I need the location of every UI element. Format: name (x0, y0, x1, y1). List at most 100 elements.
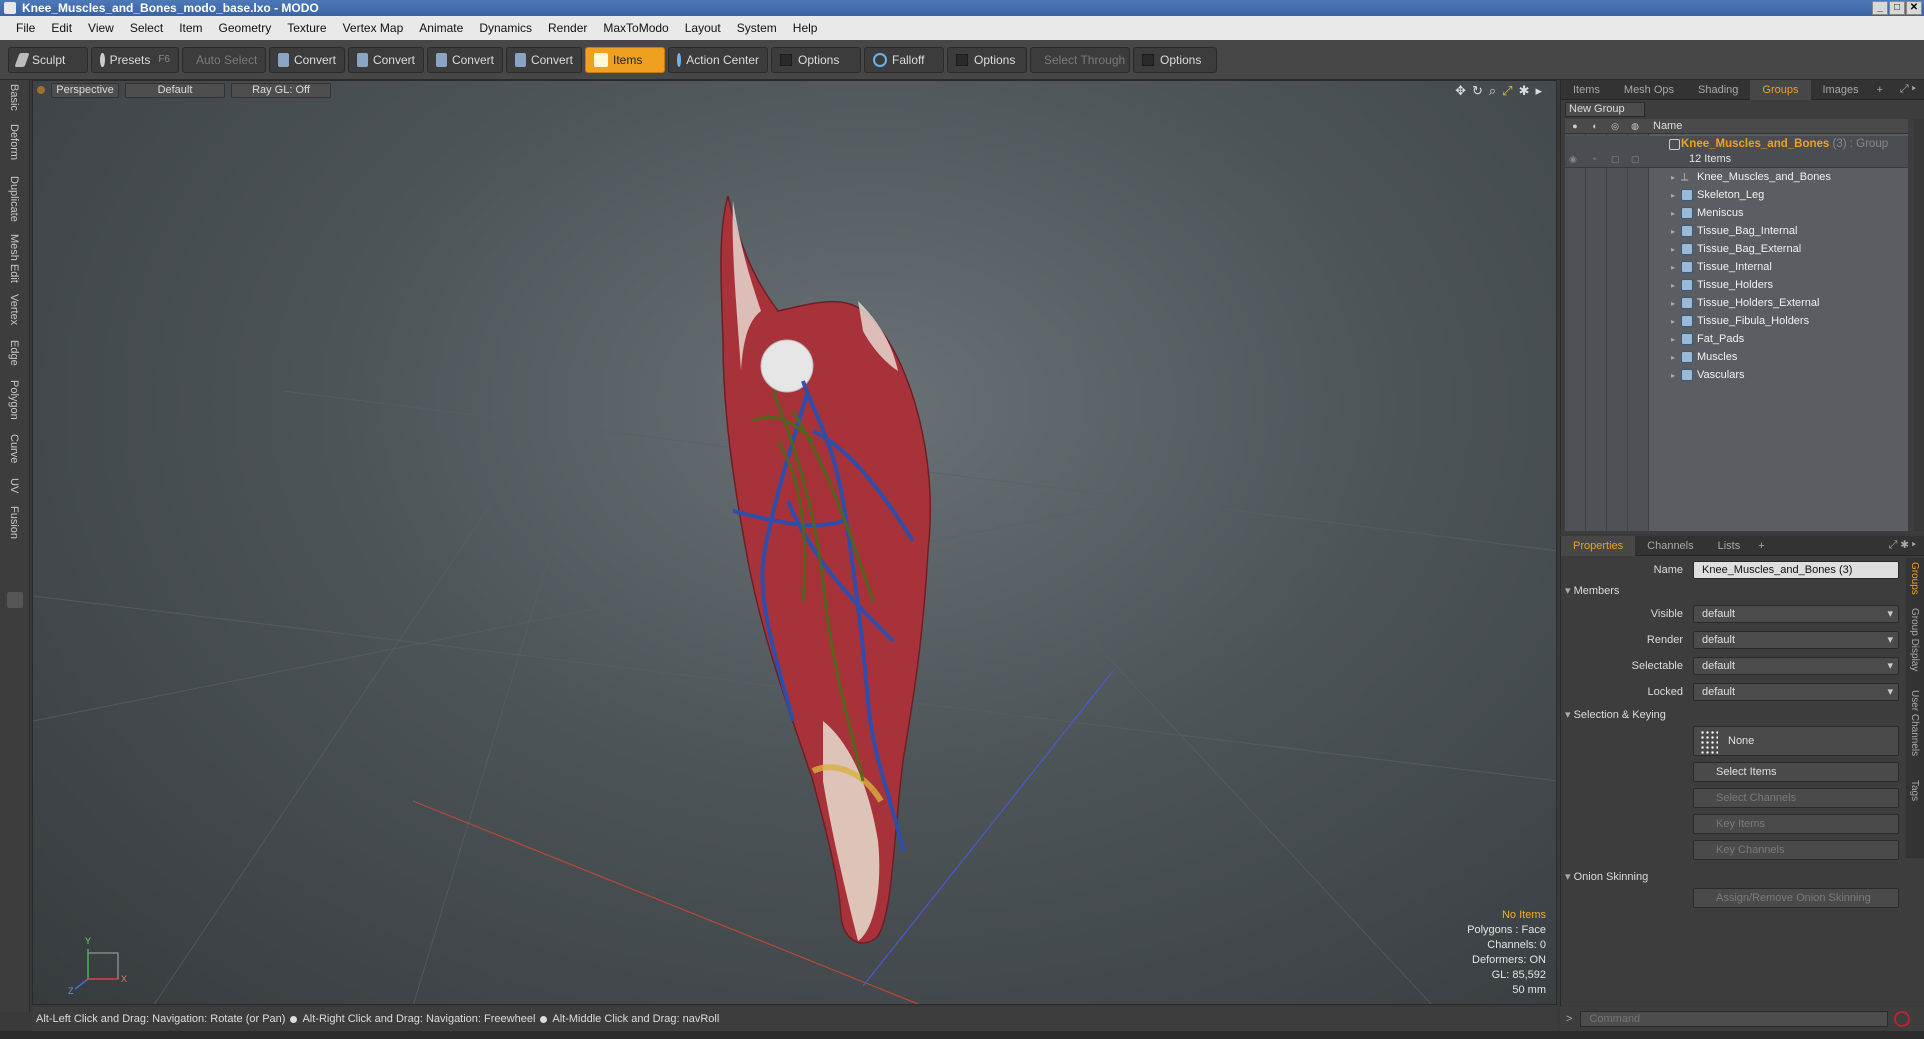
menu-dynamics[interactable]: Dynamics (471, 21, 540, 35)
convert-button-4[interactable]: Convert (506, 46, 582, 73)
render-column-icon[interactable]: ◐ (1585, 121, 1605, 131)
zoom-icon[interactable]: ⌕ (1489, 83, 1496, 99)
record-macro-icon[interactable] (1894, 1011, 1911, 1027)
menu-render[interactable]: Render (540, 21, 595, 35)
tab-deform[interactable]: Deform (8, 124, 20, 160)
eye-column-icon[interactable]: ● (1565, 121, 1585, 131)
tab-mesh-edit[interactable]: Mesh Edit (8, 234, 20, 283)
rotate-icon[interactable]: ↻ (1472, 83, 1483, 99)
groups-scrollbar[interactable] (1914, 119, 1924, 531)
render-dropdown[interactable]: default (1693, 631, 1899, 649)
tab-groups[interactable]: Groups (1750, 79, 1811, 100)
tab-curve[interactable]: Curve (8, 434, 20, 463)
tab-uv[interactable]: UV (8, 478, 20, 493)
tab-shading[interactable]: Shading (1686, 80, 1750, 100)
tab-lists[interactable]: Lists (1706, 536, 1753, 556)
lock-toggle-icon[interactable]: ▢ (1631, 154, 1643, 164)
fit-icon[interactable]: ⤢ (1502, 83, 1512, 99)
falloff-button[interactable]: Falloff (864, 46, 944, 73)
view-mode-button[interactable]: Perspective (51, 82, 119, 98)
convert-button-2[interactable]: Convert (348, 46, 424, 73)
key-channels-button[interactable]: Key Channels (1693, 840, 1899, 860)
add-tab-icon[interactable]: + (1871, 84, 1889, 96)
render-toggle-icon[interactable]: ◔ (1591, 154, 1603, 164)
pan-icon[interactable]: ✥ (1455, 83, 1466, 99)
tree-item-mesh[interactable]: ▸ Vasculars (1565, 366, 1908, 384)
assign-onion-skinning-button[interactable]: Assign/Remove Onion Skinning (1693, 888, 1899, 908)
side-tab-group-display[interactable]: Group Display (1909, 608, 1920, 671)
viewport-expand-icon[interactable]: ▸ (1535, 83, 1542, 99)
tab-polygon[interactable]: Polygon (8, 380, 20, 420)
menu-select[interactable]: Select (122, 21, 171, 35)
menu-file[interactable]: File (8, 21, 43, 35)
select-through-button[interactable]: Select Through (1030, 46, 1130, 73)
visible-dropdown[interactable]: default (1693, 605, 1899, 623)
side-tab-user-channels[interactable]: User Channels (1909, 690, 1920, 756)
command-input[interactable] (1580, 1011, 1889, 1027)
add-tab-icon[interactable]: + (1752, 540, 1770, 552)
tree-item-mesh[interactable]: ▸ Tissue_Fibula_Holders (1565, 312, 1908, 330)
raygl-button[interactable]: Ray GL: Off (231, 82, 331, 98)
key-items-button[interactable]: Key Items (1693, 814, 1899, 834)
locked-dropdown[interactable]: default (1693, 683, 1899, 701)
menu-layout[interactable]: Layout (677, 21, 729, 35)
viewport-menu-icon[interactable] (37, 86, 45, 94)
menu-maxtomodo[interactable]: MaxToModo (595, 21, 676, 35)
menu-edit[interactable]: Edit (43, 21, 80, 35)
menu-help[interactable]: Help (785, 21, 826, 35)
shading-mode-button[interactable]: Default (125, 82, 225, 98)
tab-fusion[interactable]: Fusion (8, 506, 20, 539)
members-section[interactable]: Members (1565, 584, 1620, 597)
3d-viewport[interactable]: Y Z X Perspective Default Ray GL: Off ✥ … (32, 80, 1557, 1005)
viewport-settings-icon[interactable]: ✱ (1519, 83, 1530, 99)
tree-item-locator[interactable]: ▸ ⟂ Knee_Muscles_and_Bones (1565, 168, 1908, 186)
tree-item-mesh[interactable]: ▸ Tissue_Bag_External (1565, 240, 1908, 258)
group-row-knee[interactable]: ◉ ◔ ▢ ▢ Knee_Muscles_and_Bones (3) : Gro… (1565, 136, 1908, 168)
options-button-3[interactable]: Options (1133, 46, 1217, 73)
menu-item[interactable]: Item (171, 21, 210, 35)
items-mode-button[interactable]: Items (585, 46, 665, 73)
panel-expand-icon[interactable]: ⤢ ▸ (1900, 83, 1924, 96)
lock-column-icon[interactable]: ◍ (1625, 121, 1645, 132)
select-toggle-icon[interactable]: ▢ (1611, 154, 1623, 164)
menu-system[interactable]: System (729, 21, 785, 35)
maximize-button[interactable]: □ (1889, 1, 1905, 15)
tree-item-mesh[interactable]: ▸ Tissue_Bag_Internal (1565, 222, 1908, 240)
panel-expand-icon[interactable]: ⤢ ✱ ▸ (1889, 539, 1924, 552)
auto-select-button[interactable]: Auto Select (182, 46, 266, 73)
tab-mesh-ops[interactable]: Mesh Ops (1612, 80, 1686, 100)
minimize-button[interactable]: _ (1872, 1, 1888, 15)
convert-button-3[interactable]: Convert (427, 46, 503, 73)
tree-item-mesh[interactable]: ▸ Skeleton_Leg (1565, 186, 1908, 204)
tree-item-mesh[interactable]: ▸ Fat_Pads (1565, 330, 1908, 348)
presets-button[interactable]: Presets F6 (91, 46, 179, 73)
tool-palette-toggle[interactable] (7, 592, 23, 608)
menu-view[interactable]: View (80, 21, 122, 35)
selection-set-none-button[interactable]: None (1693, 726, 1899, 756)
tree-item-mesh[interactable]: ▸ Muscles (1565, 348, 1908, 366)
close-button[interactable]: ✕ (1906, 1, 1922, 15)
menu-geometry[interactable]: Geometry (211, 21, 280, 35)
tab-items[interactable]: Items (1561, 80, 1612, 100)
tab-duplicate[interactable]: Duplicate (8, 176, 20, 222)
eye-icon[interactable]: ◉ (1569, 154, 1581, 164)
tab-edge[interactable]: Edge (8, 340, 20, 366)
action-center-button[interactable]: Action Center (668, 46, 768, 73)
tree-item-mesh[interactable]: ▸ Tissue_Internal (1565, 258, 1908, 276)
menu-animate[interactable]: Animate (411, 21, 471, 35)
select-column-icon[interactable]: ◎ (1605, 121, 1625, 132)
tab-channels[interactable]: Channels (1635, 536, 1705, 556)
tree-item-mesh[interactable]: ▸ Tissue_Holders (1565, 276, 1908, 294)
select-items-button[interactable]: Select Items (1693, 762, 1899, 782)
select-channels-button[interactable]: Select Channels (1693, 788, 1899, 808)
menu-vertex-map[interactable]: Vertex Map (335, 21, 412, 35)
tab-vertex[interactable]: Vertex (8, 294, 20, 325)
tree-item-mesh[interactable]: ▸ Meniscus (1565, 204, 1908, 222)
tab-basic[interactable]: Basic (8, 84, 20, 111)
side-tab-groups[interactable]: Groups (1909, 562, 1920, 595)
options-button-1[interactable]: Options (771, 46, 861, 73)
selection-keying-section[interactable]: Selection & Keying (1565, 708, 1666, 721)
onion-skinning-section[interactable]: Onion Skinning (1565, 870, 1649, 883)
sculpt-button[interactable]: Sculpt (8, 46, 88, 73)
name-field[interactable]: Knee_Muscles_and_Bones (3) (1693, 561, 1899, 579)
